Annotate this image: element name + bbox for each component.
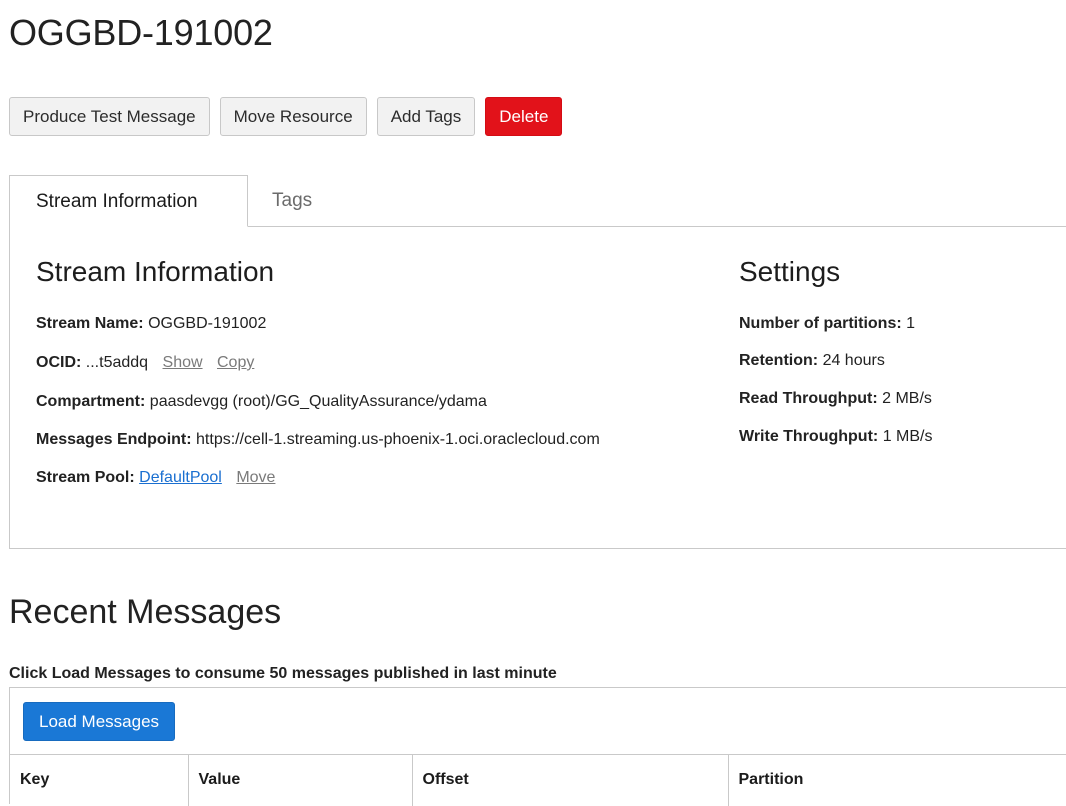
column-header-offset[interactable]: Offset — [411, 754, 728, 806]
table-header-row: Key Value Offset Partition — [10, 754, 1066, 806]
action-toolbar: Produce Test Message Move Resource Add T… — [9, 97, 563, 136]
messages-endpoint-label: Messages Endpoint: — [36, 431, 192, 448]
retention-field: Retention: 24 hours — [739, 352, 885, 370]
messages-endpoint-field: Messages Endpoint: https://cell-1.stream… — [36, 431, 600, 449]
compartment-value: paasdevgg (root)/GG_QualityAssurance/yda… — [149, 393, 487, 410]
messages-table: Key Value Offset Partition — [10, 754, 1066, 806]
ocid-label: OCID: — [36, 354, 82, 371]
stream-pool-label: Stream Pool: — [36, 469, 135, 486]
compartment-label: Compartment: — [36, 393, 146, 410]
partitions-label: Number of partitions: — [739, 315, 902, 332]
ocid-copy-link[interactable]: Copy — [217, 354, 254, 371]
write-throughput-field: Write Throughput: 1 MB/s — [739, 428, 932, 446]
write-throughput-value: 1 MB/s — [882, 428, 933, 445]
recent-messages-heading: Recent Messages — [9, 593, 282, 631]
add-tags-button[interactable]: Add Tags — [376, 97, 476, 136]
stream-information-heading: Stream Information — [36, 256, 275, 287]
stream-pool-field: Stream Pool: DefaultPool Move — [36, 469, 275, 487]
stream-pool-move-link[interactable]: Move — [236, 469, 275, 486]
ocid-value: ...t5addq — [85, 354, 149, 371]
retention-label: Retention: — [739, 352, 819, 369]
load-messages-button[interactable]: Load Messages — [23, 702, 176, 741]
column-header-value[interactable]: Value — [187, 754, 412, 806]
tab-tags[interactable]: Tags — [272, 175, 312, 226]
recent-messages-panel: Load Messages Key Value Offset Partition — [9, 687, 1066, 806]
produce-test-message-button[interactable]: Produce Test Message — [9, 97, 210, 136]
stream-name-value: OGGBD-191002 — [148, 315, 267, 332]
column-header-key[interactable]: Key — [10, 754, 188, 806]
compartment-field: Compartment: paasdevgg (root)/GG_Quality… — [36, 393, 487, 411]
page-title: OGGBD-191002 — [9, 12, 273, 53]
stream-pool-link[interactable]: DefaultPool — [139, 469, 222, 486]
read-throughput-field: Read Throughput: 2 MB/s — [739, 390, 932, 408]
load-messages-hint: Click Load Messages to consume 50 messag… — [9, 665, 557, 682]
ocid-field: OCID: ...t5addq Show Copy — [36, 354, 254, 372]
write-throughput-label: Write Throughput: — [739, 428, 879, 445]
stream-name-label: Stream Name: — [36, 315, 144, 332]
delete-button[interactable]: Delete — [485, 97, 563, 136]
messages-endpoint-value: https://cell-1.streaming.us-phoenix-1.oc… — [196, 431, 600, 448]
partitions-value: 1 — [906, 315, 916, 332]
partitions-field: Number of partitions: 1 — [739, 315, 915, 333]
tab-stream-information[interactable]: Stream Information — [9, 175, 248, 227]
column-header-partition[interactable]: Partition — [727, 754, 1066, 806]
read-throughput-value: 2 MB/s — [882, 390, 932, 407]
ocid-show-link[interactable]: Show — [163, 354, 203, 371]
tab-bar: Stream Information Tags — [9, 175, 1066, 227]
stream-name-field: Stream Name: OGGBD-191002 — [36, 315, 266, 333]
read-throughput-label: Read Throughput: — [739, 390, 878, 407]
retention-value: 24 hours — [822, 352, 885, 369]
settings-heading: Settings — [739, 256, 841, 287]
stream-information-panel: Stream Information Stream Name: OGGBD-19… — [9, 226, 1066, 549]
move-resource-button[interactable]: Move Resource — [219, 97, 367, 136]
